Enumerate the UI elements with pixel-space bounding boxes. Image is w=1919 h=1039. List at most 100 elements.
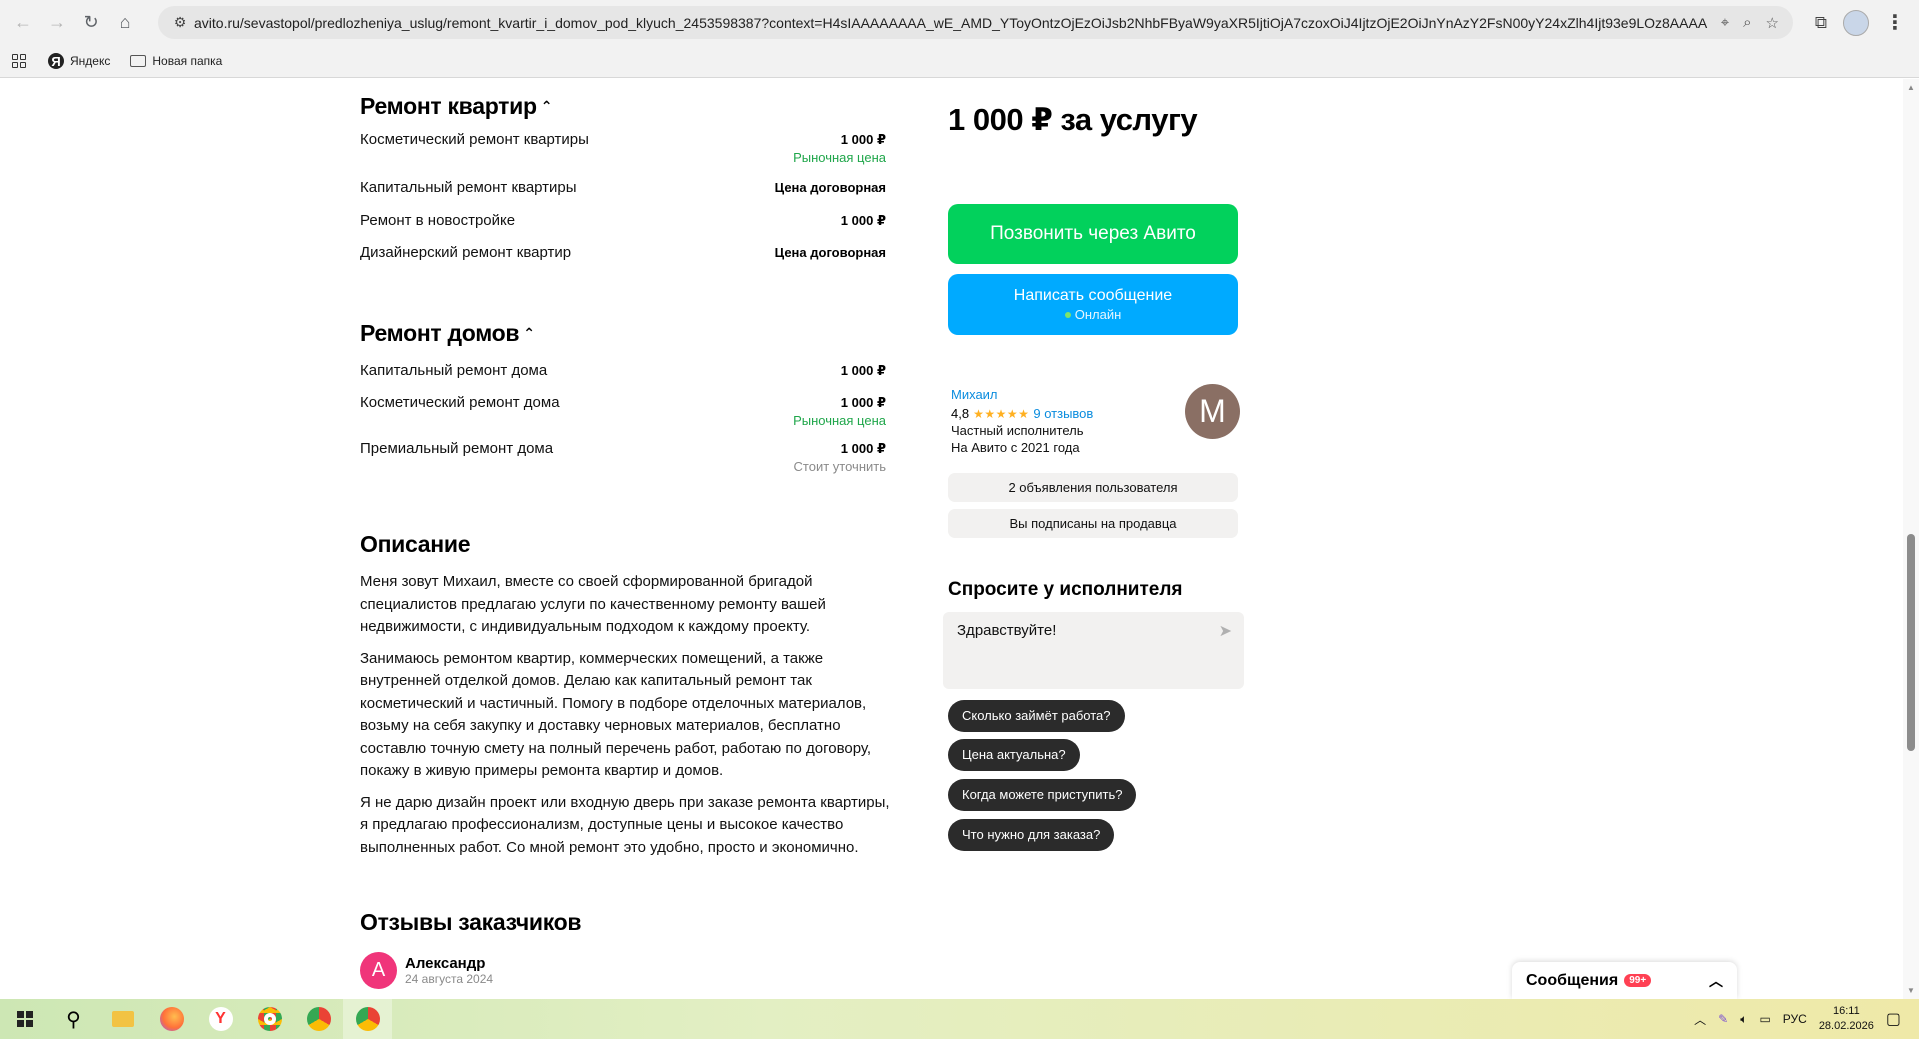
clock[interactable]: 16:11 28.02.2026 — [1819, 1004, 1874, 1034]
service-price: 1 000 ₽ за услугу — [948, 102, 1198, 137]
review-date: 24 августа 2024 — [405, 972, 494, 986]
browser-toolbar: ← → ↻ ⌂ ⚙ avito.ru/sevastopol/predlozhen… — [0, 0, 1919, 45]
home-icon[interactable]: ⌂ — [108, 6, 142, 40]
messages-label: Сообщения — [1526, 971, 1619, 989]
apps-icon[interactable] — [12, 54, 26, 68]
review-header: А Александр 24 августа 2024 — [360, 952, 493, 989]
windows-taskbar: ⚲ Y ︿ ✎ 🔈︎ ▭ РУС 16:11 28.02.2026 ▢ — [0, 999, 1919, 1039]
pen-icon[interactable]: ✎ — [1718, 1012, 1728, 1026]
write-message-button[interactable]: Написать сообщение Онлайн — [948, 274, 1238, 335]
user-ads-button[interactable]: 2 объявления пользователя — [948, 473, 1238, 502]
chrome-active-icon[interactable] — [343, 999, 392, 1039]
clock-date: 28.02.2026 — [1818, 1020, 1874, 1032]
chip-label[interactable]: Цена актуальна? — [948, 739, 1080, 771]
zoom-icon[interactable]: ⌕ — [1743, 14, 1751, 32]
folder-icon — [130, 55, 147, 67]
price-row: Косметический ремонт дома 1 000 ₽ Рыночна… — [360, 394, 886, 430]
reviews-link[interactable]: 9 отзывов — [1033, 406, 1093, 421]
price-row: Косметический ремонт квартиры 1 000 ₽ Рын… — [360, 131, 886, 167]
call-button-label: Позвонить через Авито — [990, 223, 1196, 244]
reviewer-name: Александр — [405, 955, 486, 972]
avatar[interactable]: М — [1185, 384, 1240, 439]
clock-time: 16:11 — [1832, 1005, 1860, 1017]
question-chip[interactable]: Когда можете приступить? — [948, 779, 1137, 811]
service-price: 1 000 ₽ — [840, 395, 886, 410]
online-label: Онлайн — [1074, 307, 1122, 322]
seller-rating: 4,8 ★★★★★ 9 отзывов — [951, 406, 1093, 421]
chip-label[interactable]: Что нужно для заказа? — [948, 819, 1115, 851]
firefox-icon[interactable] — [147, 999, 196, 1039]
service-price: Цена договорная — [774, 180, 886, 195]
address-bar[interactable]: ⚙ avito.ru/sevastopol/predlozheniya_uslu… — [158, 6, 1793, 39]
scroll-up-icon[interactable]: ▲ — [1907, 83, 1915, 92]
question-chip[interactable]: Цена актуальна? — [948, 739, 1080, 771]
question-chip[interactable]: Что нужно для заказа? — [948, 819, 1115, 851]
scroll-down-icon[interactable]: ▼ — [1907, 986, 1915, 995]
reload-icon[interactable]: ↻ — [74, 6, 108, 40]
unread-badge: 99+ — [1624, 974, 1652, 987]
notifications-icon[interactable]: ▢ — [1886, 1009, 1901, 1029]
chevron-up-icon[interactable]: ︿ — [1709, 971, 1723, 991]
profile-avatar[interactable] — [1843, 9, 1869, 36]
chrome-profile-icon[interactable] — [294, 999, 343, 1039]
tray-expand-icon[interactable]: ︿ — [1694, 1011, 1706, 1028]
send-icon[interactable]: ➤ — [1219, 621, 1232, 641]
location-off-icon[interactable]: ⌖ — [1721, 14, 1729, 32]
subscribed-button[interactable]: Вы подписаны на продавца — [948, 509, 1238, 538]
chrome-icon[interactable] — [245, 999, 294, 1039]
network-icon[interactable]: ▭ — [1759, 1012, 1770, 1026]
price-row: Капитальный ремонт дома 1 000 ₽ — [360, 362, 886, 380]
bookmark-star-icon[interactable]: ☆ — [1766, 14, 1779, 32]
start-button[interactable] — [0, 999, 49, 1039]
apartments-section-title[interactable]: Ремонт квартир ⌃ — [360, 93, 552, 120]
question-input-value[interactable]: Здравствуйте! — [957, 622, 1056, 639]
search-icon[interactable]: ⚲ — [49, 999, 98, 1039]
language-indicator[interactable]: РУС — [1783, 1012, 1807, 1026]
message-button-label: Написать сообщение — [1013, 287, 1173, 304]
system-tray: ︿ ✎ 🔈︎ ▭ РУС 16:11 28.02.2026 ▢ — [1694, 999, 1919, 1039]
price-row: Капитальный ремонт квартиры Цена договор… — [360, 179, 886, 197]
seller-info: Михаил 4,8 ★★★★★ 9 отзывов Частный испол… — [951, 387, 1093, 455]
reviews-title: Отзывы заказчиков — [360, 909, 582, 936]
seller-since: На Авито с 2021 года — [951, 440, 1080, 455]
price-note: Стоит уточнить — [793, 459, 886, 474]
back-icon[interactable]: ← — [6, 6, 40, 40]
bookmark-new-folder[interactable]: Новая папка — [130, 54, 222, 68]
description-title: Описание — [360, 531, 471, 558]
rating-stars-icon: ★★★★★ — [973, 406, 1030, 421]
service-price: 1 000 ₽ — [840, 363, 886, 378]
price-row: Ремонт в новостройке 1 000 ₽ — [360, 212, 886, 230]
avatar: А — [360, 952, 397, 989]
volume-icon[interactable]: 🔈︎ — [1740, 1012, 1747, 1027]
description-paragraph: Меня зовут Михаил, вместе со своей сформ… — [360, 573, 826, 635]
extensions-icon[interactable]: ⧉ — [1815, 13, 1827, 33]
call-button[interactable]: Позвонить через Авито — [948, 204, 1238, 264]
page-content: Ремонт квартир ⌃ Косметический ремонт кв… — [0, 79, 1919, 999]
chevron-up-icon: ⌃ — [523, 325, 535, 341]
houses-section-title[interactable]: Ремонт домов ⌃ — [360, 320, 535, 347]
question-chip[interactable]: Сколько займёт работа? — [948, 700, 1125, 732]
service-name: Дизайнерский ремонт квартир — [360, 244, 572, 261]
yandex-icon: Я — [48, 53, 64, 69]
bookmark-yandex[interactable]: Я Яндекс — [48, 53, 110, 69]
chip-label[interactable]: Когда можете приступить? — [948, 779, 1137, 811]
site-info-icon[interactable]: ⚙ — [166, 14, 194, 31]
forward-icon[interactable]: → — [40, 6, 74, 40]
menu-icon[interactable]: ⋮ — [1885, 10, 1905, 35]
price-note: Рыночная цена — [793, 413, 886, 428]
section-title-text: Описание — [360, 531, 471, 557]
page-scrollbar[interactable]: ▲ ▼ — [1903, 79, 1919, 999]
question-input[interactable]: Здравствуйте! ➤ — [943, 612, 1244, 689]
price-row: Премиальный ремонт дома 1 000 ₽ Стоит уто… — [360, 440, 886, 476]
chip-label[interactable]: Сколько займёт работа? — [948, 700, 1125, 732]
rating-value: 4,8 — [951, 406, 970, 421]
seller-name-link[interactable]: Михаил — [951, 387, 1093, 402]
url-text[interactable]: avito.ru/sevastopol/predlozheniya_uslug/… — [194, 15, 1721, 31]
service-price: 1 000 ₽ — [840, 441, 886, 456]
price-row: Дизайнерский ремонт квартир Цена договор… — [360, 244, 886, 262]
description-paragraph: Я не дарю дизайн проект или входную двер… — [360, 793, 890, 856]
yandex-browser-icon[interactable]: Y — [196, 999, 245, 1039]
file-explorer-icon[interactable] — [98, 999, 147, 1039]
scroll-thumb[interactable] — [1907, 534, 1915, 751]
messages-widget[interactable]: Сообщения 99+ ︿ — [1512, 962, 1737, 999]
